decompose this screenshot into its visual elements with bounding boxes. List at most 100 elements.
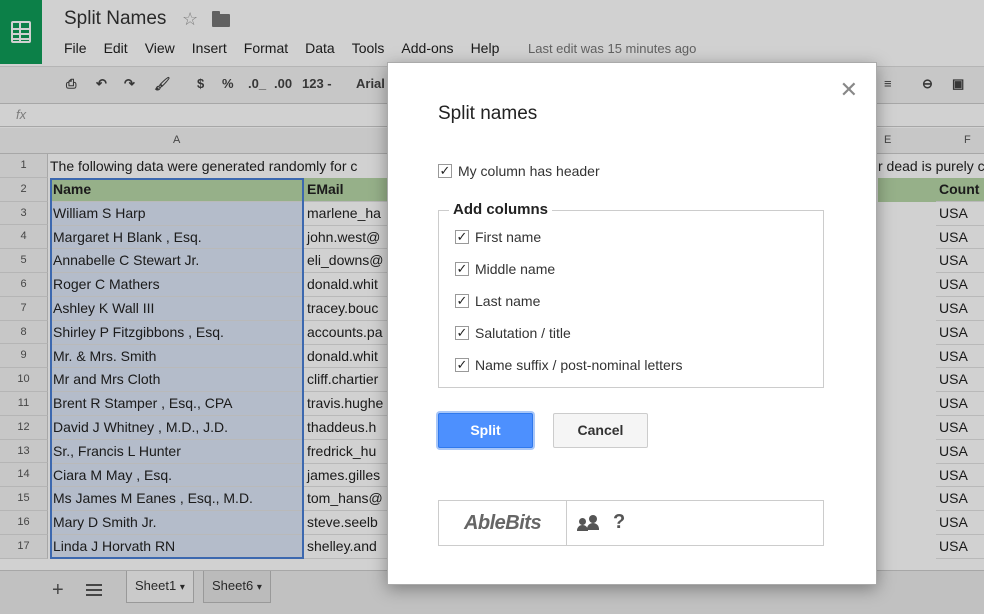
table-cell[interactable]: james.gilles — [304, 464, 388, 488]
document-title[interactable]: Split Names — [64, 8, 166, 30]
row-number[interactable]: 4 — [0, 225, 48, 250]
table-cell[interactable]: tom_hans@ — [304, 487, 388, 512]
sheets-logo-icon[interactable] — [0, 0, 42, 64]
redo-icon[interactable]: ↷ — [124, 76, 135, 92]
table-cell[interactable]: thaddeus.h — [304, 416, 388, 440]
first-name-row[interactable]: ✓ First name — [455, 229, 541, 245]
row-number[interactable]: 10 — [0, 368, 48, 392]
table-cell[interactable]: travis.hughe — [304, 392, 388, 416]
table-cell[interactable]: USA — [936, 249, 984, 274]
text-wrap-icon[interactable]: ≡ — [884, 76, 892, 91]
column-header-a[interactable]: A — [173, 134, 180, 146]
table-cell[interactable]: USA — [936, 440, 984, 464]
table-cell[interactable]: USA — [936, 464, 984, 488]
split-button[interactable]: Split — [438, 413, 533, 448]
suffix-row[interactable]: ✓ Name suffix / post-nominal letters — [455, 357, 683, 373]
menu-insert[interactable]: Insert — [192, 40, 227, 56]
row-number[interactable]: 14 — [0, 463, 48, 488]
row-number[interactable]: 12 — [0, 415, 48, 440]
decrease-decimal-button[interactable]: .0_ — [248, 76, 266, 91]
table-cell[interactable]: Ashley K Wall III — [50, 296, 304, 321]
cancel-button[interactable]: Cancel — [553, 413, 648, 448]
undo-icon[interactable]: ↶ — [96, 76, 107, 92]
table-cell[interactable]: Ms James M Eanes , Esq., M.D. — [50, 487, 304, 512]
middle-name-row[interactable]: ✓ Middle name — [455, 261, 555, 277]
row-number[interactable]: 13 — [0, 439, 48, 464]
row-number[interactable]: 8 — [0, 320, 48, 345]
table-cell[interactable]: David J Whitney , M.D., J.D. — [50, 415, 304, 440]
row-number[interactable]: 6 — [0, 272, 48, 297]
row1-text-right[interactable]: r dead is purely c — [878, 155, 984, 178]
table-cell[interactable]: USA — [936, 345, 984, 369]
table-cell[interactable]: donald.whit — [304, 273, 388, 297]
table-cell[interactable]: marlene_ha — [304, 202, 388, 226]
row-number[interactable]: 17 — [0, 534, 48, 559]
menu-format[interactable]: Format — [244, 40, 288, 56]
table-cell[interactable]: Margaret H Blank , Esq. — [50, 225, 304, 250]
help-icon[interactable]: ? — [613, 511, 625, 534]
table-cell[interactable]: USA — [936, 321, 984, 345]
add-sheet-icon[interactable]: + — [52, 579, 64, 602]
column-header-f[interactable]: F — [964, 134, 971, 146]
table-cell[interactable]: Mary D Smith Jr. — [50, 511, 304, 535]
email-header-cell[interactable]: EMail — [304, 178, 388, 202]
comment-icon[interactable]: ▣ — [952, 76, 964, 92]
last-edit-status[interactable]: Last edit was 15 minutes ago — [528, 41, 696, 56]
table-cell[interactable]: tracey.bouc — [304, 297, 388, 321]
table-cell[interactable]: USA — [936, 487, 984, 512]
sheet-tab-sheet1[interactable]: Sheet1 ▾ — [126, 571, 194, 603]
row-number[interactable]: 15 — [0, 487, 48, 511]
table-cell[interactable]: Brent R Stamper , Esq., CPA — [50, 392, 304, 416]
link-icon[interactable]: ⊖ — [922, 76, 933, 92]
currency-format-button[interactable]: $ — [197, 76, 204, 91]
chevron-down-icon[interactable]: ▾ — [180, 582, 185, 593]
table-cell[interactable]: Linda J Horvath RN — [50, 534, 304, 559]
row-number[interactable]: 7 — [0, 296, 48, 321]
increase-decimal-button[interactable]: .00 — [274, 76, 292, 91]
table-cell[interactable]: USA — [936, 226, 984, 250]
row-number[interactable]: 9 — [0, 344, 48, 369]
menu-tools[interactable]: Tools — [352, 40, 385, 56]
table-cell[interactable]: john.west@ — [304, 226, 388, 250]
menu-file[interactable]: File — [64, 40, 87, 56]
table-cell[interactable]: USA — [936, 416, 984, 440]
table-cell[interactable]: Annabelle C Stewart Jr. — [50, 249, 304, 274]
row-number[interactable]: 16 — [0, 510, 48, 535]
last-name-checkbox[interactable]: ✓ — [455, 294, 469, 308]
table-cell[interactable]: USA — [936, 511, 984, 535]
table-cell[interactable]: USA — [936, 392, 984, 416]
number-format-dropdown[interactable]: 123 - — [302, 76, 332, 91]
table-cell[interactable]: Shirley P Fitzgibbons , Esq. — [50, 320, 304, 345]
table-cell[interactable]: cliff.chartier — [304, 368, 388, 393]
table-cell[interactable]: eli_downs@ — [304, 249, 388, 274]
menu-edit[interactable]: Edit — [104, 40, 128, 56]
close-icon[interactable]: ✕ — [840, 77, 858, 103]
star-icon[interactable]: ☆ — [182, 9, 198, 30]
suffix-checkbox[interactable]: ✓ — [455, 358, 469, 372]
row-number[interactable]: 5 — [0, 249, 48, 273]
table-cell[interactable]: USA — [936, 535, 984, 559]
table-cell[interactable]: accounts.pa — [304, 321, 388, 345]
chevron-down-icon[interactable]: ▾ — [257, 582, 262, 593]
row-number[interactable]: 11 — [0, 391, 48, 416]
table-cell[interactable]: steve.seelb — [304, 511, 388, 535]
table-cell[interactable]: USA — [936, 202, 984, 226]
country-header-cell[interactable]: Count — [936, 178, 984, 202]
first-name-checkbox[interactable]: ✓ — [455, 230, 469, 244]
table-cell[interactable]: Roger C Mathers — [50, 273, 304, 297]
table-cell[interactable]: donald.whit — [304, 345, 388, 369]
folder-icon[interactable] — [212, 11, 230, 27]
paint-format-icon[interactable]: 🖌 — [154, 76, 171, 92]
column-e-header-cell[interactable] — [878, 178, 936, 202]
header-checkbox[interactable]: ✓ — [438, 164, 452, 178]
table-cell[interactable]: USA — [936, 297, 984, 321]
percent-format-button[interactable]: % — [222, 76, 234, 91]
users-icon[interactable] — [577, 515, 599, 531]
font-dropdown[interactable]: Arial — [356, 76, 385, 91]
table-cell[interactable]: shelley.and — [304, 535, 388, 559]
column-header-e[interactable]: E — [884, 134, 891, 146]
table-cell[interactable]: Sr., Francis L Hunter — [50, 439, 304, 464]
row1-text[interactable]: The following data were generated random… — [50, 155, 357, 178]
menu-view[interactable]: View — [145, 40, 175, 56]
menu-addons[interactable]: Add-ons — [401, 40, 453, 56]
